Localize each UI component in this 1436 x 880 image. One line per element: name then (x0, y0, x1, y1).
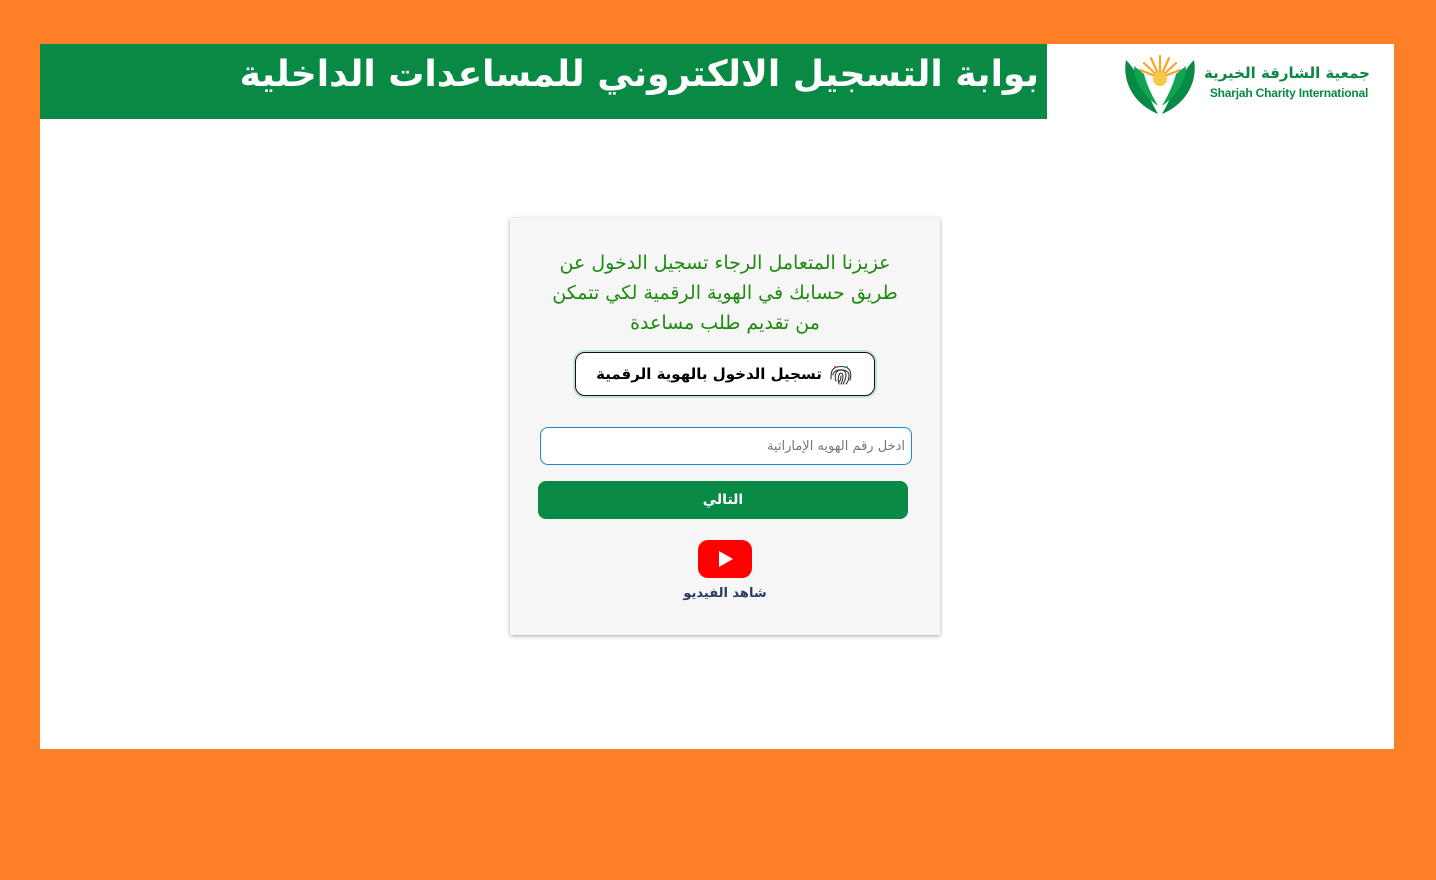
emirates-id-input[interactable] (540, 427, 912, 465)
header-title-bar: بوابة التسجيل الالكتروني للمساعدات الداخ… (40, 44, 1047, 119)
watch-video-label: شاهد الفيديو (683, 586, 767, 601)
header: بوابة التسجيل الالكتروني للمساعدات الداخ… (40, 44, 1394, 119)
uaepass-login-button[interactable]: تسجيل الدخول بالهوية الرقمية (575, 352, 875, 396)
fingerprint-icon (830, 365, 852, 385)
hands-sun-logo-icon (1125, 54, 1195, 114)
page-title: بوابة التسجيل الالكتروني للمساعدات الداخ… (239, 54, 1039, 95)
intro-text: عزيزنا المتعامل الرجاء تسجيل الدخول عن ط… (552, 252, 898, 334)
watch-video-link[interactable]: شاهد الفيديو (675, 540, 775, 610)
page-frame: بوابة التسجيل الالكتروني للمساعدات الداخ… (40, 44, 1394, 749)
uaepass-login-label: تسجيل الدخول بالهوية الرقمية (596, 365, 822, 383)
login-card: عزيزنا المتعامل الرجاء تسجيل الدخول عن ط… (510, 218, 940, 635)
sharjah-charity-logo: جمعية الشارقة الخيرية Sharjah Charity In… (1120, 52, 1380, 116)
next-button[interactable]: التالي (538, 481, 908, 519)
logo-name-arabic: جمعية الشارقة الخيرية (1204, 64, 1370, 82)
logo-name-english: Sharjah Charity International (1209, 86, 1369, 100)
youtube-play-icon[interactable] (698, 540, 752, 578)
